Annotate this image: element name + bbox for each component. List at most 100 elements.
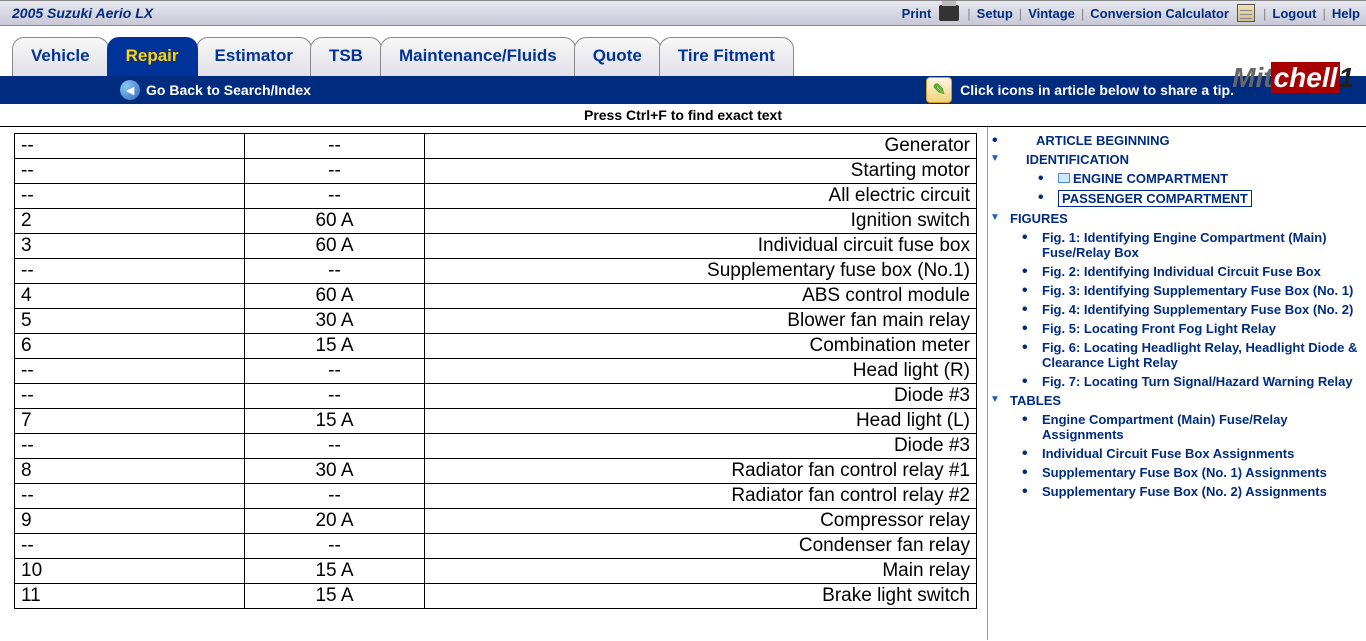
table-row: ----Generator [15, 134, 977, 159]
nav-identification[interactable]: IDENTIFICATION [1026, 152, 1129, 167]
fuse-description: Ignition switch [425, 209, 977, 234]
calculator-icon[interactable] [1237, 4, 1255, 22]
nav-table-link[interactable]: Engine Compartment (Main) Fuse/Relay Ass… [1042, 412, 1288, 442]
fuse-amperage: -- [245, 434, 425, 459]
fuse-description: Supplementary fuse box (No.1) [425, 259, 977, 284]
table-row: ----Diode #3 [15, 384, 977, 409]
tab-area: VehicleRepairEstimatorTSBMaintenance/Flu… [0, 26, 1366, 76]
conversion-calculator-link[interactable]: Conversion Calculator [1090, 6, 1229, 21]
fuse-number: -- [15, 434, 245, 459]
article-pane[interactable]: ----Generator----Starting motor----All e… [0, 127, 988, 640]
fuse-number: -- [15, 259, 245, 284]
fuse-description: Generator [425, 134, 977, 159]
fuse-description: Radiator fan control relay #1 [425, 459, 977, 484]
table-row: ----Diode #3 [15, 434, 977, 459]
fuse-number: 2 [15, 209, 245, 234]
fuse-description: Diode #3 [425, 384, 977, 409]
setup-link[interactable]: Setup [977, 6, 1013, 21]
nav-table-link[interactable]: Supplementary Fuse Box (No. 2) Assignmen… [1042, 484, 1327, 499]
nav-figure-link[interactable]: Fig. 7: Locating Turn Signal/Hazard Warn… [1042, 374, 1353, 389]
ctrl-f-hint: Press Ctrl+F to find exact text [0, 104, 1366, 127]
fuse-number: 5 [15, 309, 245, 334]
tip-icon[interactable] [926, 77, 952, 103]
logout-link[interactable]: Logout [1272, 6, 1316, 21]
fuse-amperage: 15 A [245, 584, 425, 609]
fuse-description: Head light (L) [425, 409, 977, 434]
table-row: ----Head light (R) [15, 359, 977, 384]
table-row: 615 ACombination meter [15, 334, 977, 359]
table-row: ----Radiator fan control relay #2 [15, 484, 977, 509]
go-back-label: Go Back to Search/Index [146, 82, 311, 98]
print-link[interactable]: Print [902, 6, 932, 21]
nav-table-link[interactable]: Supplementary Fuse Box (No. 1) Assignmen… [1042, 465, 1327, 480]
fuse-description: ABS control module [425, 284, 977, 309]
nav-figure-link[interactable]: Fig. 3: Identifying Supplementary Fuse B… [1042, 283, 1353, 298]
vehicle-title: 2005 Suzuki Aerio LX [6, 5, 153, 21]
fuse-number: -- [15, 484, 245, 509]
nav-figure-link[interactable]: Fig. 4: Identifying Supplementary Fuse B… [1042, 302, 1353, 317]
table-row: 1115 ABrake light switch [15, 584, 977, 609]
fuse-amperage: -- [245, 534, 425, 559]
fuse-amperage: -- [245, 159, 425, 184]
fuse-number: -- [15, 359, 245, 384]
table-row: 260 AIgnition switch [15, 209, 977, 234]
nav-figure-link[interactable]: Fig. 6: Locating Headlight Relay, Headli… [1042, 340, 1357, 370]
help-link[interactable]: Help [1332, 6, 1360, 21]
fuse-description: Brake light switch [425, 584, 977, 609]
fuse-number: -- [15, 184, 245, 209]
tip-label: Click icons in article below to share a … [960, 82, 1234, 98]
nav-article-beginning[interactable]: ARTICLE BEGINNING [1036, 133, 1170, 148]
mitchell1-logo: Mitchell1 [1232, 62, 1354, 94]
table-row: ----Starting motor [15, 159, 977, 184]
top-links: Print | Setup | Vintage | Conversion Cal… [902, 4, 1360, 22]
fuse-number: 10 [15, 559, 245, 584]
flag-icon [1058, 173, 1070, 183]
vintage-link[interactable]: Vintage [1028, 6, 1075, 21]
table-row: 530 ABlower fan main relay [15, 309, 977, 334]
table-row: 830 ARadiator fan control relay #1 [15, 459, 977, 484]
tab-vehicle[interactable]: Vehicle [12, 37, 109, 76]
tab-tire-fitment[interactable]: Tire Fitment [659, 37, 794, 76]
fuse-amperage: 15 A [245, 559, 425, 584]
fuse-amperage: 60 A [245, 284, 425, 309]
nav-figure-link[interactable]: Fig. 1: Identifying Engine Compartment (… [1042, 230, 1327, 260]
tab-quote[interactable]: Quote [574, 37, 661, 76]
separator: | [1019, 6, 1022, 21]
tab-maintenance-fluids[interactable]: Maintenance/Fluids [380, 37, 576, 76]
fuse-amperage: 60 A [245, 234, 425, 259]
table-row: ----All electric circuit [15, 184, 977, 209]
separator: | [1263, 6, 1266, 21]
fuse-description: Diode #3 [425, 434, 977, 459]
nav-figures[interactable]: FIGURES [1010, 211, 1068, 226]
table-row: 1015 AMain relay [15, 559, 977, 584]
fuse-amperage: -- [245, 359, 425, 384]
tab-tsb[interactable]: TSB [310, 37, 382, 76]
fuse-number: 11 [15, 584, 245, 609]
go-back-button[interactable]: ◄ Go Back to Search/Index [120, 80, 311, 100]
table-row: ----Supplementary fuse box (No.1) [15, 259, 977, 284]
fuse-number: -- [15, 159, 245, 184]
fuse-description: Head light (R) [425, 359, 977, 384]
nav-pane[interactable]: ARTICLE BEGINNING IDENTIFICATION ENGINE … [988, 127, 1366, 640]
fuse-amperage: -- [245, 259, 425, 284]
printer-icon[interactable] [939, 5, 959, 21]
fuse-description: All electric circuit [425, 184, 977, 209]
tab-estimator[interactable]: Estimator [196, 37, 312, 76]
nav-engine-compartment[interactable]: ENGINE COMPARTMENT [1073, 171, 1228, 186]
back-arrow-icon: ◄ [120, 80, 140, 100]
nav-table-link[interactable]: Individual Circuit Fuse Box Assignments [1042, 446, 1294, 461]
fuse-amperage: 15 A [245, 334, 425, 359]
nav-figure-link[interactable]: Fig. 2: Identifying Individual Circuit F… [1042, 264, 1321, 279]
nav-figure-link[interactable]: Fig. 5: Locating Front Fog Light Relay [1042, 321, 1276, 336]
fuse-amperage: 15 A [245, 409, 425, 434]
fuse-amperage: 20 A [245, 509, 425, 534]
nav-tables[interactable]: TABLES [1010, 393, 1061, 408]
fuse-amperage: -- [245, 134, 425, 159]
fuse-amperage: 60 A [245, 209, 425, 234]
fuse-number: 7 [15, 409, 245, 434]
fuse-description: Individual circuit fuse box [425, 234, 977, 259]
nav-passenger-compartment[interactable]: PASSENGER COMPARTMENT [1062, 191, 1248, 206]
fuse-number: -- [15, 384, 245, 409]
tab-repair[interactable]: Repair [107, 37, 198, 76]
fuse-description: Radiator fan control relay #2 [425, 484, 977, 509]
